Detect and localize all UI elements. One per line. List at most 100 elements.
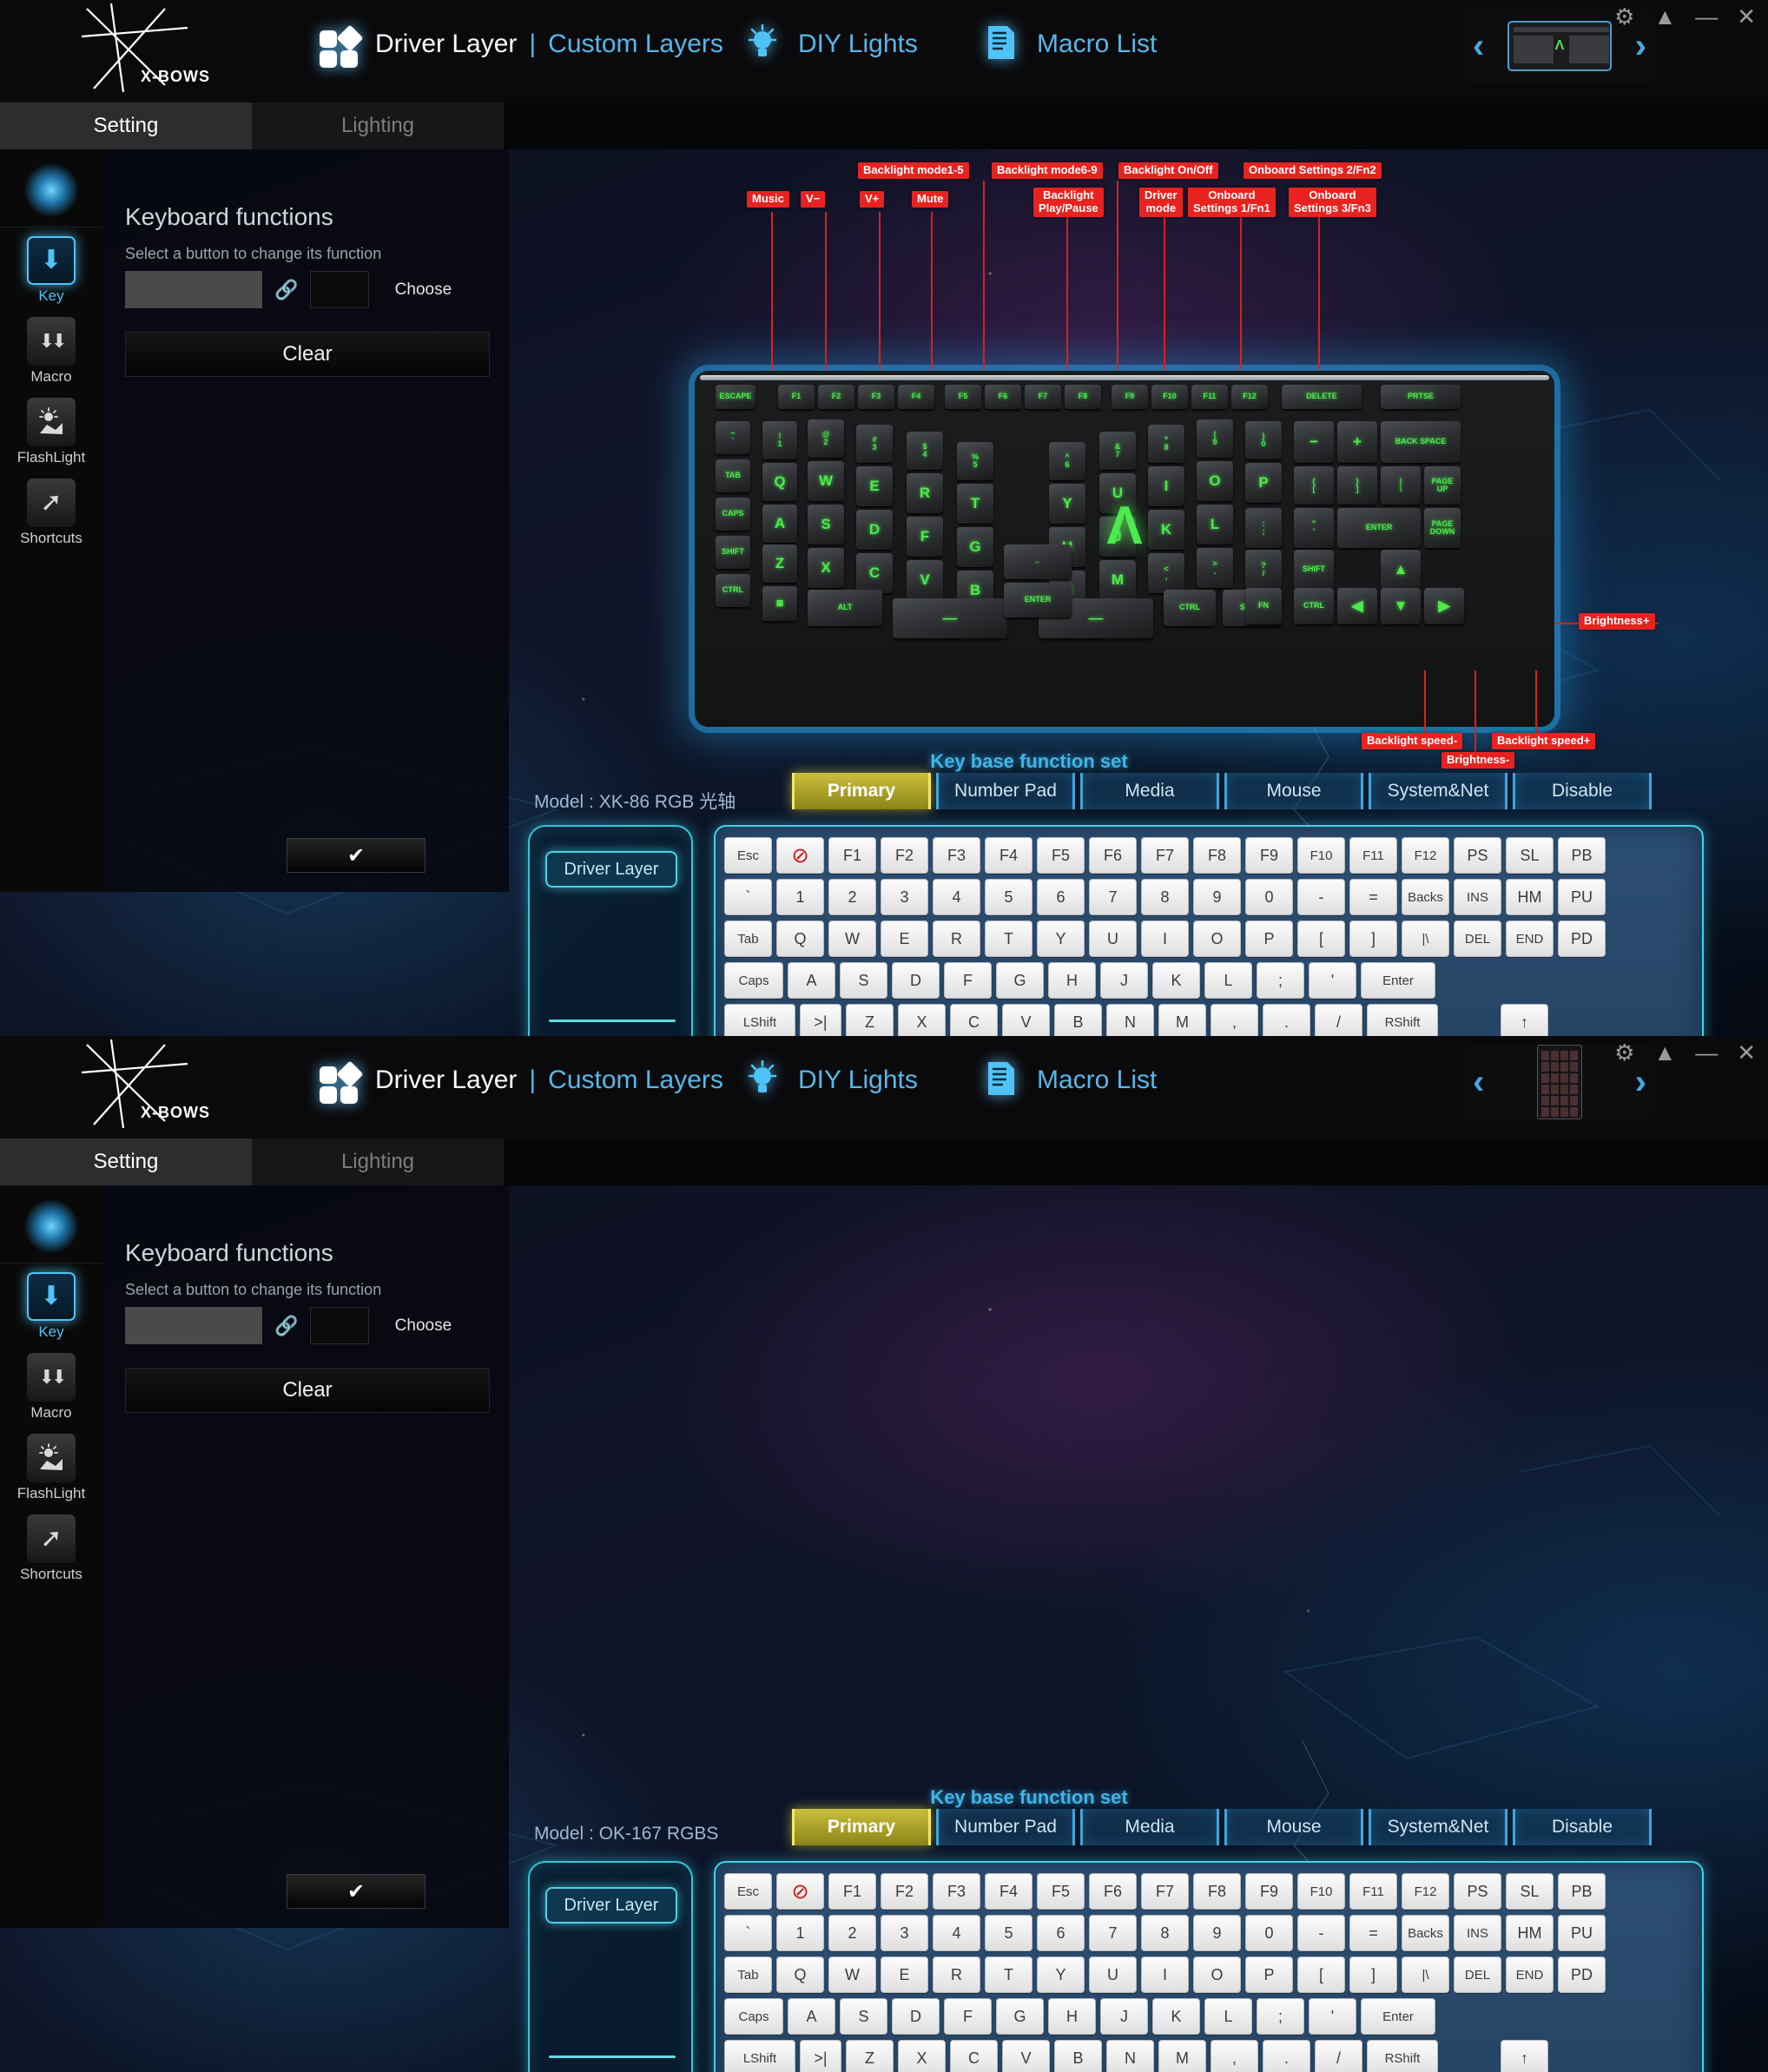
next-device-button-2[interactable]: › <box>1635 1065 1646 1099</box>
virtual-key-m[interactable]: M <box>1158 2040 1206 2072</box>
category-mouse[interactable]: Mouse <box>1224 773 1363 809</box>
virtual-key-f12[interactable]: F12 <box>1402 1873 1449 1910</box>
virtual-key-a[interactable]: A <box>788 962 835 999</box>
category-disable-2[interactable]: Disable <box>1513 1809 1652 1845</box>
panel-confirm-button-2[interactable]: ✔ <box>287 1874 426 1909</box>
sidebar-item-shortcuts-2[interactable]: ➚ Shortcuts <box>0 1506 102 1587</box>
virtual-key--[interactable]: ⊘ <box>776 837 824 874</box>
virtual-key-caps[interactable]: Caps <box>724 962 783 999</box>
virtual-key-8[interactable]: 8 <box>1141 1915 1189 1951</box>
virtual-key-l[interactable]: L <box>1204 962 1252 999</box>
virtual-key-e[interactable]: E <box>881 921 928 957</box>
virtual-key-f1[interactable]: F1 <box>828 837 876 874</box>
sidebar-item-flashlight[interactable]: FlashLight <box>0 389 102 470</box>
virtual-key-r[interactable]: R <box>933 921 980 957</box>
minimize-icon[interactable]: — <box>1695 5 1718 28</box>
virtual-key-pd[interactable]: PD <box>1558 921 1606 957</box>
virtual-key-q[interactable]: Q <box>776 921 824 957</box>
virtual-key-f6[interactable]: F6 <box>1089 1873 1137 1910</box>
virtual-key-q[interactable]: Q <box>776 1957 824 1993</box>
function-name-input[interactable] <box>125 271 262 308</box>
virtual-key--[interactable]: ; <box>1257 962 1304 999</box>
virtual-key--[interactable]: . <box>1263 2040 1310 2072</box>
virtual-key-6[interactable]: 6 <box>1037 1915 1085 1951</box>
gear-icon-2[interactable]: ⚙ <box>1614 1041 1634 1064</box>
virtual-key--[interactable]: = <box>1349 879 1397 915</box>
tab-setting[interactable]: Setting <box>0 102 252 149</box>
virtual-key-hm[interactable]: HM <box>1506 1915 1554 1951</box>
category-system-net[interactable]: System&Net <box>1369 773 1507 809</box>
virtual-key--[interactable]: ] <box>1349 921 1397 957</box>
virtual-key-7[interactable]: 7 <box>1089 1915 1137 1951</box>
virtual-key-2[interactable]: 2 <box>828 879 876 915</box>
virtual-key-f9[interactable]: F9 <box>1245 837 1293 874</box>
virtual-key-4[interactable]: 4 <box>933 1915 980 1951</box>
nav-driver-layer-2[interactable]: Driver Layer | Custom Layers <box>320 1059 723 1104</box>
virtual-key-hm[interactable]: HM <box>1506 879 1554 915</box>
virtual-key-pu[interactable]: PU <box>1558 879 1606 915</box>
virtual-key--[interactable]: ` <box>724 879 772 915</box>
virtual-key-o[interactable]: O <box>1193 921 1241 957</box>
virtual-key-f[interactable]: F <box>944 1998 992 2035</box>
keyboard-thumbnail[interactable]: Λ <box>1507 21 1612 71</box>
virtual-key--[interactable]: [ <box>1297 1957 1345 1993</box>
virtual-key-3[interactable]: 3 <box>881 879 928 915</box>
tab-lighting[interactable]: Lighting <box>252 102 504 149</box>
virtual-key-3[interactable]: 3 <box>881 1915 928 1951</box>
virtual-key-a[interactable]: A <box>788 1998 835 2035</box>
virtual-key-del[interactable]: DEL <box>1454 1957 1501 1993</box>
theme-shirt-icon-2[interactable]: ▲ <box>1653 1041 1676 1064</box>
virtual-key-backs[interactable]: Backs <box>1402 879 1449 915</box>
nav-macro-list-2[interactable]: Macro List <box>981 1059 1157 1102</box>
virtual-key-8[interactable]: 8 <box>1141 879 1189 915</box>
function-name-input-2[interactable] <box>125 1307 262 1344</box>
virtual-key-f2[interactable]: F2 <box>881 1873 928 1910</box>
virtual-key-f11[interactable]: F11 <box>1349 837 1397 874</box>
virtual-key-c[interactable]: C <box>950 1004 998 1036</box>
virtual-key-0[interactable]: 0 <box>1245 1915 1293 1951</box>
virtual-key--[interactable]: ↑ <box>1501 1004 1548 1036</box>
virtual-key-f4[interactable]: F4 <box>985 837 1032 874</box>
virtual-key-caps[interactable]: Caps <box>724 1998 783 2035</box>
virtual-key-v[interactable]: V <box>1002 1004 1050 1036</box>
virtual-key-5[interactable]: 5 <box>985 1915 1032 1951</box>
virtual-key-k[interactable]: K <box>1152 1998 1200 2035</box>
nav-diy-lights-2[interactable]: DIY Lights <box>742 1059 918 1102</box>
virtual-key--[interactable]: ] <box>1349 1957 1397 1993</box>
virtual-key--[interactable]: / <box>1315 1004 1362 1036</box>
virtual-key-sl[interactable]: SL <box>1506 1873 1554 1910</box>
function-code-input-2[interactable] <box>310 1307 370 1344</box>
virtual-key-f3[interactable]: F3 <box>933 1873 980 1910</box>
virtual-key-h[interactable]: H <box>1048 962 1096 999</box>
virtual-key-n[interactable]: N <box>1106 1004 1154 1036</box>
virtual-key-x[interactable]: X <box>898 2040 946 2072</box>
tab-lighting-2[interactable]: Lighting <box>252 1138 504 1185</box>
category-number-pad-2[interactable]: Number Pad <box>936 1809 1075 1845</box>
numpad-thumbnail[interactable] <box>1537 1045 1582 1119</box>
sidebar-item-macro[interactable]: ⬇⬇ Macro <box>0 308 102 389</box>
virtual-key-f3[interactable]: F3 <box>933 837 980 874</box>
virtual-key-enter[interactable]: Enter <box>1361 962 1435 999</box>
virtual-key-u[interactable]: U <box>1089 921 1137 957</box>
virtual-key-1[interactable]: 1 <box>776 879 824 915</box>
virtual-key-f6[interactable]: F6 <box>1089 837 1137 874</box>
virtual-key-tab[interactable]: Tab <box>724 921 772 957</box>
virtual-key-f8[interactable]: F8 <box>1193 1873 1241 1910</box>
virtual-key-backs[interactable]: Backs <box>1402 1915 1449 1951</box>
theme-shirt-icon[interactable]: ▲ <box>1653 5 1676 28</box>
virtual-key--[interactable]: - <box>1297 1915 1345 1951</box>
virtual-key-y[interactable]: Y <box>1037 1957 1085 1993</box>
virtual-key--[interactable]: ⊘ <box>776 1873 824 1910</box>
virtual-key-end[interactable]: END <box>1506 1957 1554 1993</box>
next-device-button[interactable]: › <box>1635 29 1646 63</box>
minimize-icon-2[interactable]: — <box>1695 1041 1718 1064</box>
virtual-key-p[interactable]: P <box>1245 1957 1293 1993</box>
virtual-key-r[interactable]: R <box>933 1957 980 1993</box>
sidebar-item-flashlight-2[interactable]: FlashLight <box>0 1425 102 1506</box>
virtual-key-9[interactable]: 9 <box>1193 879 1241 915</box>
virtual-key-z[interactable]: Z <box>846 2040 894 2072</box>
virtual-key-esc[interactable]: Esc <box>724 1873 772 1910</box>
driver-layer-button-2[interactable]: Driver Layer <box>545 1887 677 1924</box>
virtual-key--[interactable]: , <box>1211 1004 1258 1036</box>
virtual-key-pb[interactable]: PB <box>1558 1873 1606 1910</box>
